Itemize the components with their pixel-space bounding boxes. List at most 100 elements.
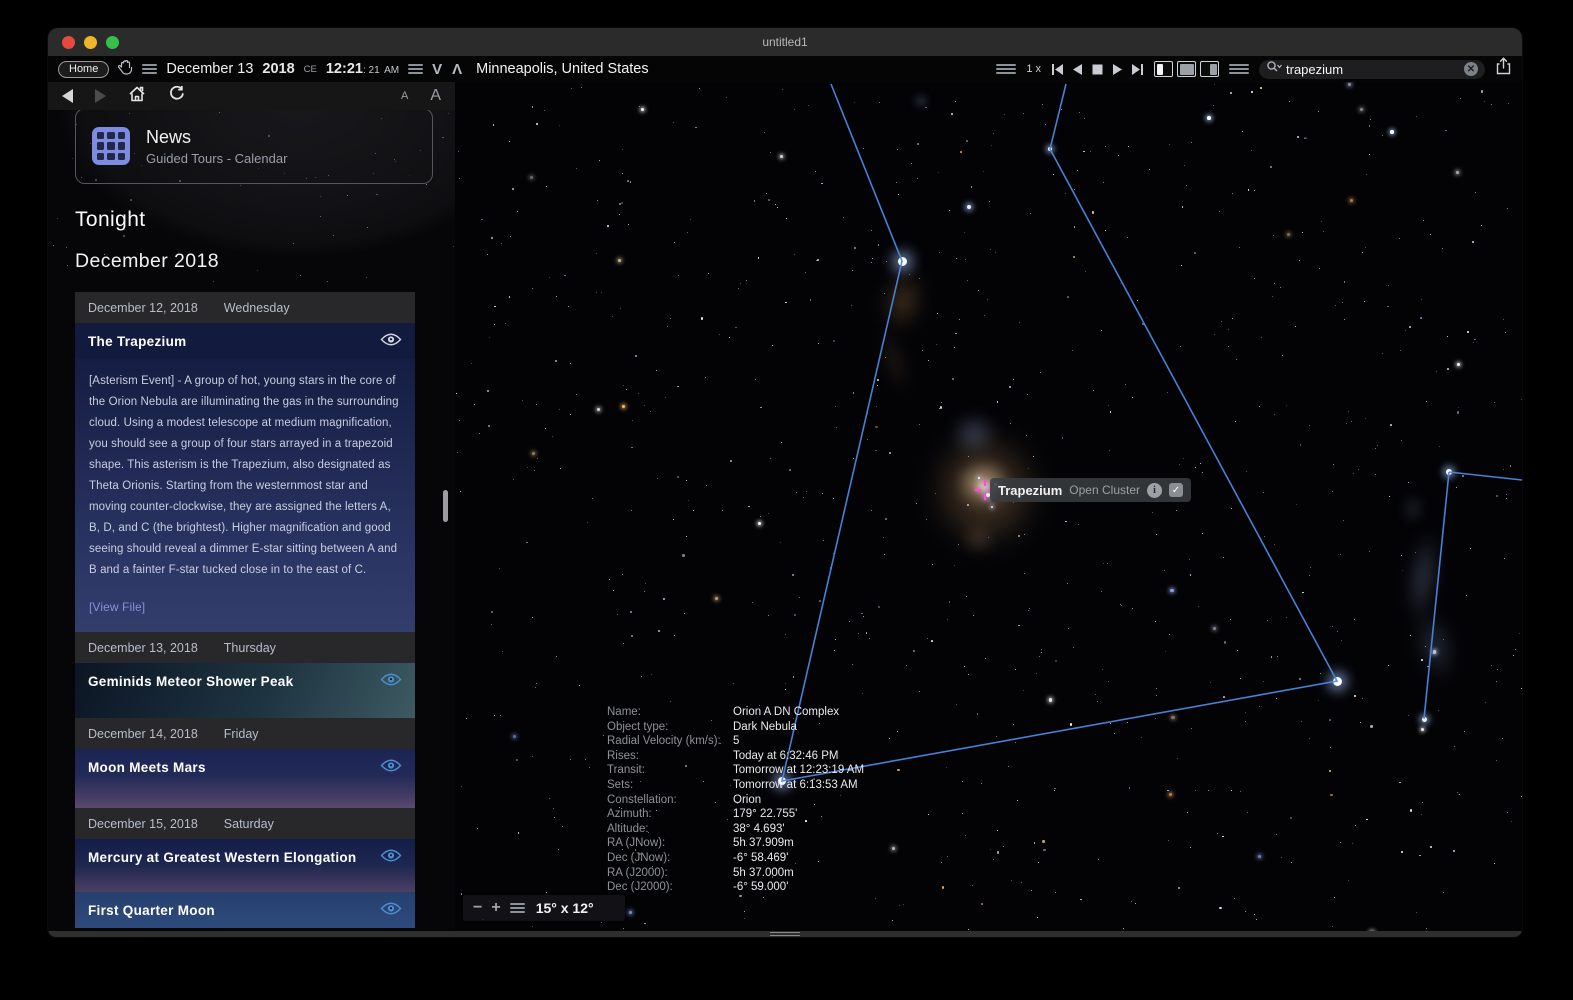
header-date: December 13, 2018 — [88, 641, 198, 655]
info-value: 38° 4.693' — [733, 822, 785, 837]
header-date: December 12, 2018 — [88, 301, 198, 315]
home-view-button[interactable]: Home — [58, 61, 109, 78]
skip-to-start-icon[interactable] — [1051, 63, 1064, 76]
info-value: 5h 37.909m — [733, 836, 794, 851]
zoom-out-button[interactable]: − — [473, 900, 482, 916]
event-row-firstq[interactable]: First Quarter Moon — [75, 892, 415, 928]
event-row-moon[interactable]: Moon Meets Mars — [75, 749, 415, 808]
time-transport-controls — [1051, 63, 1144, 76]
pan-hand-icon[interactable] — [118, 59, 133, 80]
object-type: Open Cluster — [1069, 483, 1140, 497]
info-value: 5h 37.000m — [733, 866, 794, 881]
window-bottom-bar — [48, 931, 1522, 937]
time-flow-menu-icon[interactable] — [996, 64, 1016, 74]
sidebar-scrollbar[interactable] — [443, 490, 448, 522]
title-bar[interactable]: untitled1 — [48, 28, 1522, 56]
share-icon[interactable] — [1495, 57, 1512, 81]
resize-handle[interactable] — [770, 932, 800, 936]
news-subtitle: Guided Tours - Calendar — [146, 151, 287, 166]
info-value: Dark Nebula — [733, 720, 797, 735]
info-row: Altitude:38° 4.693' — [607, 822, 864, 837]
info-value: 179° 22.755' — [733, 807, 797, 822]
search-input[interactable]: trapezium — [1286, 62, 1460, 77]
center-panel-toggle-icon[interactable] — [1177, 61, 1196, 77]
info-label: Dec (J2000): — [607, 880, 733, 895]
info-value: -6° 58.469' — [733, 851, 788, 866]
header-date: December 15, 2018 — [88, 817, 198, 831]
visibility-eye-icon[interactable] — [380, 848, 402, 866]
info-row: Transit:Tomorrow at 12:23:19 AM — [607, 763, 864, 778]
selected-object-label[interactable]: Trapezium Open Cluster i ✓ — [990, 478, 1191, 502]
font-smaller-button[interactable]: A — [401, 90, 408, 102]
info-value: 5 — [733, 734, 739, 749]
search-field[interactable]: trapezium ✕ — [1259, 60, 1485, 79]
info-value: Orion A DN Complex — [733, 705, 839, 720]
toolbar-year[interactable]: 2018 — [262, 61, 294, 77]
event-description: [Asterism Event] - A group of hot, young… — [75, 359, 415, 632]
date-menu-icon[interactable] — [142, 64, 157, 74]
info-label: Constellation: — [607, 793, 733, 808]
toolbar-date[interactable]: December 13 — [166, 61, 253, 77]
object-info-icon[interactable]: i — [1147, 483, 1162, 498]
info-row: Name:Orion A DN Complex — [607, 705, 864, 720]
info-value: Tomorrow at 6:13:53 AM — [733, 778, 858, 793]
visibility-eye-icon[interactable] — [380, 672, 402, 690]
stop-icon[interactable] — [1091, 63, 1104, 76]
date-header: December 15, 2018Saturday — [75, 808, 415, 839]
event-row-mercury[interactable]: Mercury at Greatest Western Elongation — [75, 839, 415, 892]
left-panel-toggle-icon[interactable] — [1154, 61, 1173, 77]
info-value: Tomorrow at 12:23:19 AM — [733, 763, 864, 778]
search-clear-icon[interactable]: ✕ — [1464, 62, 1478, 76]
info-label: Name: — [607, 705, 733, 720]
info-value: Orion — [733, 793, 761, 808]
sky-chart[interactable]: Trapezium Open Cluster i ✓ Name:Orion A … — [455, 82, 1522, 931]
object-selected-checkbox-icon[interactable]: ✓ — [1169, 483, 1183, 497]
app-window: untitled1 Home December 13 2018 CE 12:21… — [48, 28, 1522, 937]
time-rate: 1 x — [1026, 63, 1041, 75]
calendar-grid-icon — [92, 127, 130, 165]
event-title: Moon Meets Mars — [88, 760, 206, 775]
font-larger-button[interactable]: A — [430, 87, 441, 105]
object-name: Trapezium — [998, 483, 1062, 498]
toolbar-time[interactable]: 12:21 — [326, 61, 363, 77]
toolbar-era[interactable]: CE — [304, 64, 317, 75]
zoom-menu-icon[interactable] — [510, 903, 525, 913]
time-menu-icon[interactable] — [408, 64, 423, 74]
play-icon[interactable] — [1111, 63, 1124, 76]
event-row-trapezium[interactable]: The Trapezium — [75, 323, 415, 359]
info-row: RA (JNow):5h 37.909m — [607, 836, 864, 851]
toolbar-time-seconds[interactable]: : 21 — [363, 65, 380, 76]
visibility-eye-icon[interactable] — [380, 332, 402, 350]
back-button[interactable] — [62, 89, 73, 103]
toolbar-ampm[interactable]: AM — [384, 65, 399, 76]
search-icon — [1266, 60, 1282, 78]
info-label: Dec (JNow): — [607, 851, 733, 866]
visibility-eye-icon[interactable] — [380, 901, 402, 919]
right-panel-toggle-icon[interactable] — [1200, 61, 1219, 77]
skip-to-end-icon[interactable] — [1131, 63, 1144, 76]
zoom-in-button[interactable]: + — [491, 900, 500, 916]
info-value: -6° 59.000' — [733, 880, 788, 895]
home-icon[interactable] — [128, 86, 146, 107]
date-header: December 14, 2018Friday — [75, 718, 415, 749]
step-back-icon[interactable] — [1071, 63, 1084, 76]
window-title: untitled1 — [48, 35, 1522, 49]
visibility-eye-icon[interactable] — [380, 758, 402, 776]
options-menu-icon[interactable] — [1229, 64, 1249, 74]
event-list: December 12, 2018WednesdayThe Trapezium … — [75, 292, 415, 931]
time-step-down-icon[interactable]: V — [432, 61, 443, 78]
event-title: Geminids Meteor Shower Peak — [88, 674, 293, 689]
info-row: Dec (JNow):-6° 58.469' — [607, 851, 864, 866]
forward-button[interactable] — [95, 89, 106, 103]
date-header: December 13, 2018 Thursday — [75, 632, 415, 663]
header-day: Thursday — [224, 641, 276, 655]
info-row: Radial Velocity (km/s):5 — [607, 734, 864, 749]
toolbar-location[interactable]: Minneapolis, United States — [476, 61, 649, 77]
event-row-geminids[interactable]: Geminids Meteor Shower Peak — [75, 663, 415, 718]
view-file-link[interactable]: [View File] — [89, 597, 401, 618]
info-label: Transit: — [607, 763, 733, 778]
refresh-icon[interactable] — [168, 85, 185, 107]
info-row: Sets:Tomorrow at 6:13:53 AM — [607, 778, 864, 793]
time-step-up-icon[interactable]: Λ — [452, 61, 463, 78]
news-card[interactable]: News Guided Tours - Calendar — [75, 108, 433, 184]
